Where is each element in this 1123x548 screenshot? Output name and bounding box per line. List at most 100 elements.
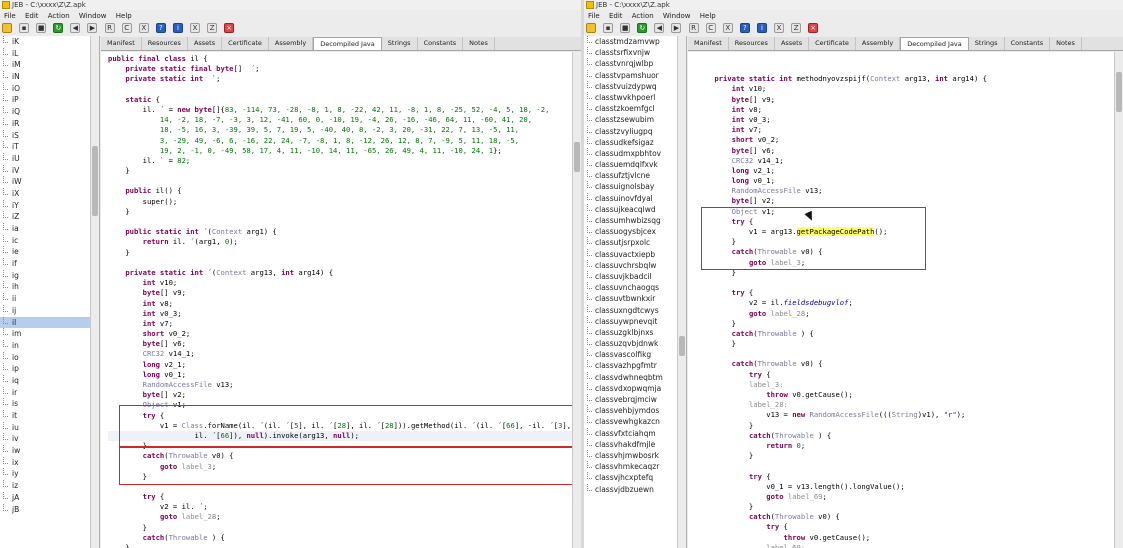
tab-assets[interactable]: Assets: [188, 37, 223, 50]
tree-item[interactable]: il: [0, 316, 99, 329]
class-list-item[interactable]: classtsrfixvnjw: [584, 47, 686, 58]
tab-certificate[interactable]: Certificate: [809, 37, 856, 50]
menu-edit[interactable]: Edit: [609, 12, 623, 20]
refresh-icon[interactable]: ↻: [637, 23, 648, 33]
tree-item[interactable]: is: [0, 398, 99, 410]
open-folder-icon[interactable]: [2, 23, 12, 33]
x-tool-icon[interactable]: X: [774, 23, 785, 33]
xref-icon[interactable]: X: [138, 23, 149, 33]
comment-icon[interactable]: C: [705, 23, 716, 33]
class-list-item[interactable]: classvewhgkazcn: [584, 416, 686, 427]
class-list-item[interactable]: classtzkoemfgcl: [584, 103, 686, 114]
tree-item[interactable]: iZ: [0, 211, 99, 223]
menu-window[interactable]: Window: [663, 12, 691, 20]
tree-item[interactable]: iP: [0, 94, 99, 106]
class-list-item[interactable]: classudkefsigaz: [584, 136, 686, 148]
tree-item[interactable]: iR: [0, 117, 99, 130]
help-icon[interactable]: ?: [155, 23, 166, 33]
decompiled-code-view[interactable]: public final class il { private static f…: [101, 52, 581, 548]
tree-item[interactable]: iY: [0, 199, 99, 212]
class-list-item[interactable]: classudmxpbhtov: [584, 147, 686, 159]
menu-action[interactable]: Action: [48, 12, 70, 20]
tab-strings[interactable]: Strings: [382, 37, 418, 50]
class-list-item[interactable]: classuzqvbjdnwk: [584, 338, 686, 349]
tree-item[interactable]: iz: [0, 480, 99, 492]
code-scrollbar[interactable]: [572, 52, 581, 548]
tab-certificate[interactable]: Certificate: [222, 37, 269, 50]
class-list-item[interactable]: classuvjkbadcil: [584, 270, 686, 282]
tree-item[interactable]: im: [0, 328, 99, 340]
class-list-item[interactable]: classuvactxiepb: [584, 248, 686, 260]
class-list-item[interactable]: classuzgklbjnxs: [584, 326, 686, 338]
tree-item[interactable]: if: [0, 258, 99, 270]
rename-icon[interactable]: R: [688, 23, 699, 33]
class-list-item[interactable]: classvfxtciahqm: [584, 427, 686, 439]
open-folder-icon[interactable]: [586, 23, 596, 33]
tree-item[interactable]: ih: [0, 281, 99, 293]
tab-manifest[interactable]: Manifest: [101, 37, 142, 50]
tab-assets[interactable]: Assets: [775, 37, 810, 50]
tree-scrollbar[interactable]: [90, 36, 99, 548]
class-list-item[interactable]: classvhakdfmjle: [584, 438, 686, 450]
tree-item[interactable]: jA: [0, 491, 99, 504]
help-icon[interactable]: ?: [739, 23, 750, 33]
class-list-scrollbar[interactable]: [677, 36, 686, 548]
class-list-item[interactable]: classuvnchaogqs: [584, 282, 686, 293]
xref-icon[interactable]: X: [722, 23, 733, 33]
info-icon[interactable]: i: [172, 23, 183, 33]
class-list-item[interactable]: classujkeacqlwd: [584, 203, 686, 215]
class-list-item[interactable]: classuvchrsbqlw: [584, 259, 686, 271]
class-list-item[interactable]: classvjdbzuewn: [584, 483, 686, 495]
code-scrollbar-thumb[interactable]: [574, 142, 580, 172]
class-list-item[interactable]: classuxngdtcwys: [584, 304, 686, 316]
tree-item[interactable]: iV: [0, 164, 99, 177]
tree-item[interactable]: it: [0, 410, 99, 422]
refresh-icon[interactable]: ↻: [53, 23, 64, 33]
tree-item[interactable]: iS: [0, 129, 99, 142]
tree-item[interactable]: ij: [0, 304, 99, 317]
class-list-item[interactable]: classuvtbwnkxir: [584, 293, 686, 304]
tab-assembly[interactable]: Assembly: [856, 37, 901, 50]
menu-help[interactable]: Help: [116, 12, 132, 20]
tree-item[interactable]: in: [0, 339, 99, 352]
forward-icon[interactable]: ▶: [87, 23, 98, 33]
class-list-item[interactable]: classvdwhneqbtm: [584, 371, 686, 383]
tree-item[interactable]: iL: [0, 47, 99, 60]
x-tool-icon[interactable]: X: [190, 23, 201, 33]
class-list-item[interactable]: classvazhpgfmtr: [584, 360, 686, 371]
tree-item[interactable]: iw: [0, 445, 99, 457]
class-list-item[interactable]: classvehbjymdos: [584, 405, 686, 416]
tab-decompiled-java[interactable]: Decompiled Java: [313, 37, 382, 50]
class-list-scrollbar-thumb[interactable]: [679, 336, 685, 356]
info-icon[interactable]: i: [756, 23, 767, 33]
rename-icon[interactable]: R: [104, 23, 115, 33]
class-list-item[interactable]: classtvuizdypwq: [584, 80, 686, 92]
class-list-item[interactable]: classvjhcxptefq: [584, 472, 686, 483]
menu-file[interactable]: File: [4, 12, 16, 20]
tree-item[interactable]: ie: [0, 246, 99, 258]
tree-item[interactable]: iM: [0, 59, 99, 71]
back-icon[interactable]: ◀: [654, 23, 665, 33]
class-list-item[interactable]: classvascolfikg: [584, 349, 686, 360]
decompiled-code-view[interactable]: private static int methodnyovzspijf(Cont…: [688, 52, 1123, 548]
class-list-item[interactable]: classtzsewubim: [584, 114, 686, 125]
tree-item[interactable]: iX: [0, 187, 99, 200]
class-list-item[interactable]: classvebrqjmciw: [584, 394, 686, 405]
tree-item[interactable]: ig: [0, 269, 99, 282]
tree-item[interactable]: ii: [0, 293, 99, 305]
tab-notes[interactable]: Notes: [1050, 37, 1082, 50]
tab-resources[interactable]: Resources: [142, 37, 188, 50]
tree-item[interactable]: ix: [0, 456, 99, 469]
class-list-item[interactable]: classuignolsbay: [584, 181, 686, 192]
tab-resources[interactable]: Resources: [729, 37, 775, 50]
class-list-item[interactable]: classtzvyliugpq: [584, 125, 686, 137]
tree-item[interactable]: ic: [0, 234, 99, 247]
tree-item[interactable]: ia: [0, 223, 99, 235]
tree-item[interactable]: iy: [0, 468, 99, 480]
class-list-item[interactable]: classtvnrqjwlbp: [584, 58, 686, 69]
tree-item[interactable]: iK: [0, 36, 99, 48]
class-list-item[interactable]: classvhjmwbosrk: [584, 449, 686, 461]
forward-icon[interactable]: ▶: [671, 23, 682, 33]
tree-item[interactable]: iU: [0, 152, 99, 165]
code-scrollbar[interactable]: [1114, 52, 1123, 548]
